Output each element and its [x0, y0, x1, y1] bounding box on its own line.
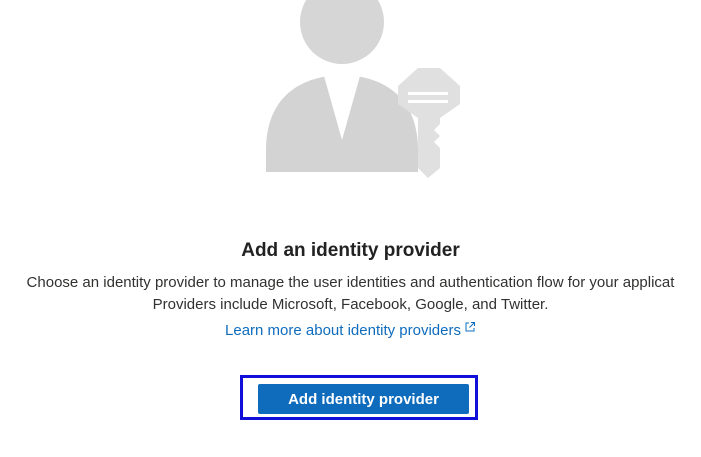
- external-link-icon: [465, 322, 475, 332]
- description-line-2: Providers include Microsoft, Facebook, G…: [152, 296, 549, 313]
- add-identity-provider-button[interactable]: Add identity provider: [258, 384, 469, 414]
- page: Add an identity provider Choose an ident…: [0, 0, 701, 457]
- learn-more-link[interactable]: Learn more about identity providers: [0, 321, 701, 339]
- description-line-1: Choose an identity provider to manage th…: [26, 274, 675, 291]
- empty-state-description: Choose an identity provider to manage th…: [0, 272, 701, 316]
- user-with-key-icon: [258, 0, 468, 185]
- empty-state-title: Add an identity provider: [241, 240, 460, 261]
- learn-more-label: Learn more about identity providers: [225, 322, 461, 339]
